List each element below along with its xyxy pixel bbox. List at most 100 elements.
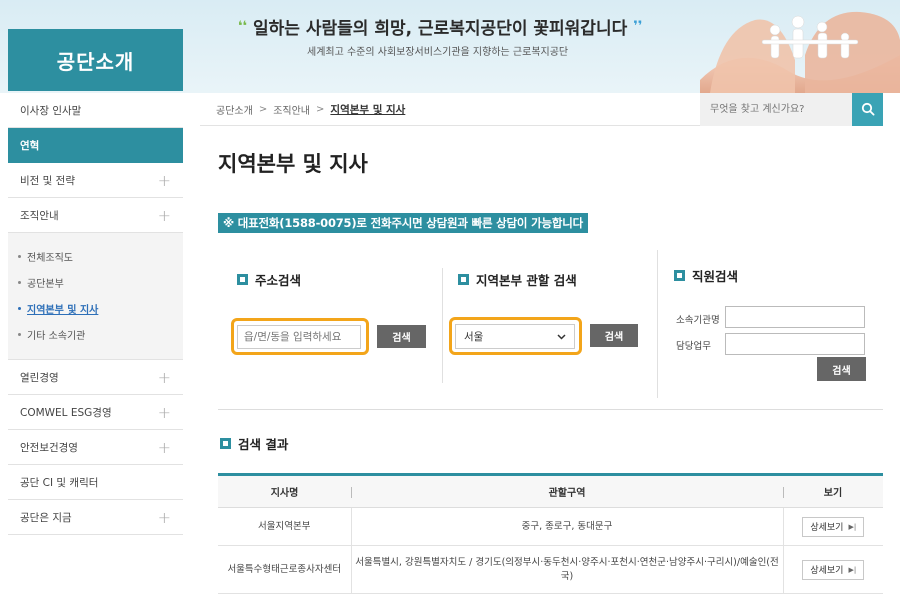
sidebar-item-label: 비전 및 전략 [20, 174, 75, 187]
sidebar-item-esg[interactable]: COMWEL ESG경영 + [8, 395, 183, 430]
results-title-text: 검색 결과 [238, 437, 289, 452]
section-title-box: 공단소개 [8, 29, 183, 91]
region-search-title: 지역본부 관할 검색 [458, 270, 577, 289]
detail-view-button[interactable]: 상세보기 ▶| [802, 516, 865, 537]
site-search-button[interactable] [852, 92, 883, 126]
square-bullet-icon [458, 274, 469, 285]
breadcrumb: 공단소개 > 조직안내 > 지역본부 및 지사 [200, 102, 700, 117]
breadcrumb-bar: 공단소개 > 조직안내 > 지역본부 및 지사 [200, 92, 883, 126]
region-select[interactable]: 서울 [455, 324, 575, 349]
employee-search-button[interactable]: 검색 [817, 357, 866, 381]
breadcrumb-item[interactable]: 조직안내 [273, 102, 310, 117]
sidebar-item-label: COMWEL ESG경영 [20, 406, 112, 419]
view-cell: 상세보기 ▶| [782, 507, 883, 546]
office-name-cell: 서울특수형태근로종사자센터 [218, 545, 351, 594]
phone-notice-banner: ※ 대표전화(1588-0075)로 전화주시면 상담원과 빠른 상담이 가능합… [218, 213, 589, 233]
panel-divider [657, 250, 658, 398]
banner-subtitle: 세계최고 수준의 사회보장서비스기관을 지향하는 근로복지공단 [307, 47, 569, 58]
sidebar-submenu: 전체조직도 공단본부 지역본부 및 지사 기타 소속기관 [8, 233, 183, 360]
area-cell: 중구, 종로구, 동대문구 [350, 507, 783, 546]
close-quote-icon: ❜❜ [633, 19, 643, 34]
square-bullet-icon [674, 270, 685, 281]
expand-plus-icon: + [157, 170, 171, 190]
sidebar-item-label: 열린경영 [20, 371, 59, 384]
section-title: 공단소개 [56, 49, 135, 74]
sidebar-item-label: 안전보건경영 [20, 441, 78, 454]
column-header-office: 지사명 [218, 474, 351, 508]
region-search-button[interactable]: 검색 [590, 324, 638, 347]
search-icon [861, 102, 875, 116]
chevron-right-icon: > [316, 103, 325, 115]
site-search [700, 92, 883, 126]
arrow-right-icon: ▶| [848, 522, 857, 531]
panel-divider [442, 268, 443, 383]
chevron-down-icon [557, 333, 566, 340]
expand-plus-icon: + [157, 367, 171, 387]
address-search-input[interactable] [237, 325, 361, 349]
detail-view-label: 상세보기 [810, 566, 844, 576]
sidebar-item-organization[interactable]: 조직안내 + [8, 198, 183, 233]
sidebar-item-label: 공단 CI 및 캐릭터 [20, 476, 99, 489]
sidebar-item-history[interactable]: 연혁 [8, 128, 183, 163]
sidebar-item-vision[interactable]: 비전 및 전략 + [8, 163, 183, 198]
sidebar-item-safety[interactable]: 안전보건경영 + [8, 430, 183, 465]
address-search-title: 주소검색 [237, 270, 301, 289]
bullet-icon [18, 280, 21, 284]
arrow-right-icon: ▶| [848, 565, 857, 574]
org-name-input[interactable] [725, 306, 865, 328]
expand-plus-icon: + [157, 437, 171, 457]
sidebar-subitem-label: 기타 소속기관 [27, 330, 86, 342]
sidebar-item-label: 조직안내 [20, 209, 59, 222]
sidebar-item-news[interactable]: 공단은 지금 + [8, 500, 183, 535]
breadcrumb-current[interactable]: 지역본부 및 지사 [330, 102, 405, 117]
sidebar-item-label: 공단은 지금 [20, 511, 72, 524]
bullet-icon [18, 254, 21, 258]
view-cell: 상세보기 ▶| [782, 545, 883, 594]
sidebar-nav: 이사장 인사말 연혁 비전 및 전략 + 조직안내 + 전체조직도 공단본부 지… [8, 93, 183, 535]
region-select-value: 서울 [464, 331, 484, 343]
employee-search-title: 직원검색 [674, 266, 738, 285]
chevron-right-icon: > [258, 103, 268, 115]
duty-label: 담당업무 [676, 341, 711, 352]
site-search-input[interactable] [700, 92, 852, 126]
sidebar-item-ci-character[interactable]: 공단 CI 및 캐릭터 [8, 465, 183, 500]
hands-family-illustration [700, 11, 900, 93]
sidebar-subitem-headquarters[interactable]: 공단본부 [8, 269, 183, 295]
results-title: 검색 결과 [220, 434, 288, 453]
banner-tagline-text: 일하는 사람들의 희망, 근로복지공단이 꽃피워갑니다 [253, 19, 628, 39]
expand-plus-icon: + [157, 205, 171, 225]
expand-plus-icon: + [157, 507, 171, 527]
sidebar-subitem-other-agencies[interactable]: 기타 소속기관 [8, 321, 183, 347]
table-row: 서울지역본부 중구, 종로구, 동대문구 상세보기 ▶| [218, 507, 883, 546]
office-name-cell: 서울지역본부 [218, 507, 351, 546]
column-header-area: 관할구역 [351, 474, 783, 508]
address-search-button[interactable]: 검색 [377, 325, 426, 348]
area-cell: 서울특별시, 강원특별자치도 / 경기도(의정부시·동두천시·양주시·포천시·연… [350, 545, 783, 594]
sidebar-subitem-label: 전체조직도 [27, 252, 73, 264]
sidebar-subitem-label: 공단본부 [27, 278, 64, 290]
table-header-row: 지사명 관할구역 보기 [218, 474, 883, 508]
table-row: 서울특수형태근로종사자센터 서울특별시, 강원특별자치도 / 경기도(의정부시·… [218, 545, 883, 594]
open-quote-icon: ❛❛ [238, 19, 248, 34]
org-name-label: 소속기관명 [676, 315, 720, 326]
sidebar-subitem-label: 지역본부 및 지사 [27, 304, 99, 316]
sidebar-item-open-management[interactable]: 열린경영 + [8, 360, 183, 395]
sidebar-subitem-org-chart[interactable]: 전체조직도 [8, 243, 183, 269]
detail-view-label: 상세보기 [810, 523, 844, 533]
sidebar-subitem-regional-offices[interactable]: 지역본부 및 지사 [8, 295, 183, 321]
address-search-title-text: 주소검색 [255, 273, 302, 288]
bullet-icon [18, 306, 21, 310]
section-divider [218, 409, 883, 410]
expand-plus-icon: + [157, 402, 171, 422]
duty-input[interactable] [725, 333, 865, 355]
results-table: 지사명 관할구역 보기 서울지역본부 중구, 종로구, 동대문구 상세보기 ▶|… [218, 473, 883, 594]
sidebar-item-ceo-greeting[interactable]: 이사장 인사말 [8, 93, 183, 128]
square-bullet-icon [237, 274, 248, 285]
bullet-icon [18, 332, 21, 336]
region-search-title-text: 지역본부 관할 검색 [476, 273, 577, 288]
banner-tagline: ❛❛ 일하는 사람들의 희망, 근로복지공단이 꽃피워갑니다 ❜❜ [238, 14, 642, 39]
sidebar-item-label: 연혁 [20, 140, 40, 152]
detail-view-button[interactable]: 상세보기 ▶| [802, 559, 865, 580]
column-header-view: 보기 [783, 474, 883, 508]
breadcrumb-item[interactable]: 공단소개 [216, 102, 253, 117]
